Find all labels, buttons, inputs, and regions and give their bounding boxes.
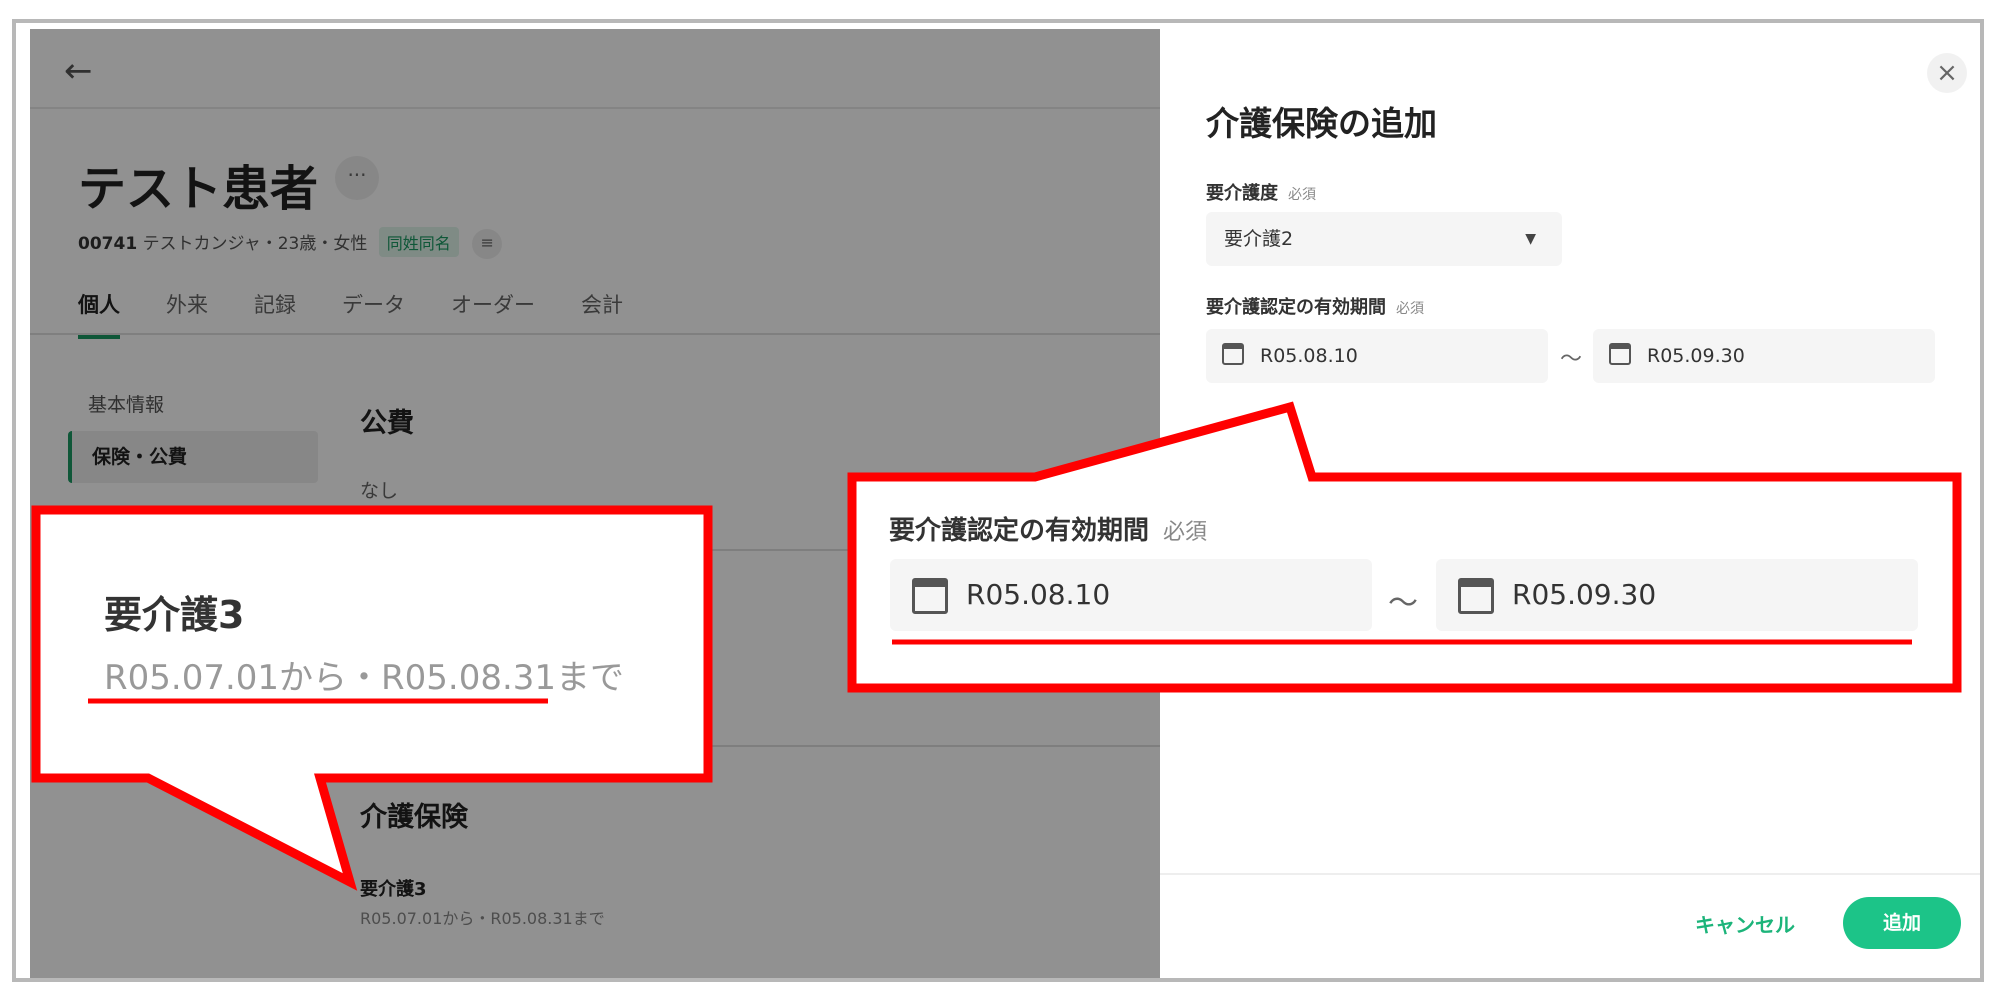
callout-left-range: R05.07.01から・R05.08.31まで [104, 658, 625, 698]
callout-annotations [31, 401, 1962, 891]
callout-date-to: R05.09.30 [1436, 559, 1918, 631]
required-mark: 必須 [1163, 520, 1208, 545]
callout-date-from: R05.08.10 [890, 559, 1372, 631]
calendar-icon [1458, 578, 1494, 614]
callout-left-level: 要介護3 [104, 593, 245, 637]
callout-right-label: 要介護認定の有効期間 必須 [889, 516, 1208, 546]
callout-right-box [847, 401, 1962, 693]
callout-range-tilde: ～ [1388, 586, 1418, 621]
calendar-icon [912, 578, 948, 614]
